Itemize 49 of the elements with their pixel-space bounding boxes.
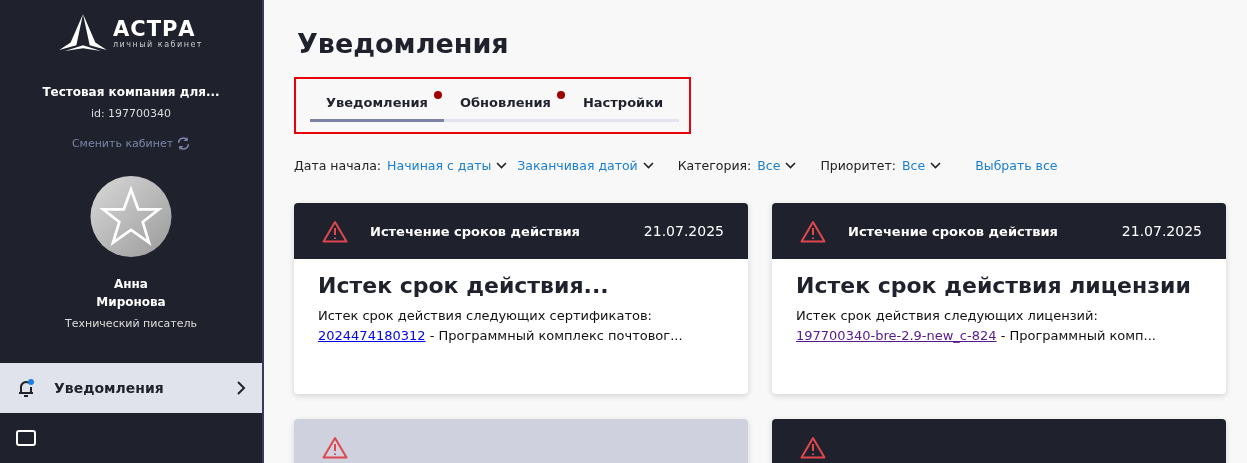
card-title: Истек срок действия лицензии xyxy=(796,273,1192,298)
warning-icon xyxy=(322,435,348,459)
monitor-icon xyxy=(16,430,36,446)
chevron-right-icon xyxy=(236,381,246,395)
notification-card[interactable]: Истечение сроков действия 21.07.2025 Истек срок действия лицензии Истек срок действия следующих лицензий: 197700340-bre-2.9-new_c-824 - Программный комп... xyxy=(772,203,1226,394)
chevron-down-icon xyxy=(785,162,797,169)
notification-card[interactable] xyxy=(294,419,748,463)
notification-card[interactable] xyxy=(772,419,1226,463)
card-text: Истек срок действия следующих лицензий: xyxy=(796,308,1099,323)
filter-dropdown[interactable]: Все xyxy=(902,158,942,173)
warning-icon xyxy=(322,219,348,243)
logo-subtitle: личный кабинет xyxy=(113,39,203,49)
filter-dropdown[interactable]: Все xyxy=(757,158,797,173)
bell-icon xyxy=(16,378,36,398)
card-date: 21.07.2025 xyxy=(1121,223,1202,239)
card-text: Истек срок действия следующих сертификатов: xyxy=(318,308,653,323)
filter-label: Дата начала: xyxy=(294,158,382,173)
company-name: Тестовая компания для... xyxy=(42,85,220,99)
card-title: Истек срок действия... xyxy=(318,273,610,298)
filter-label: Приоритет: xyxy=(820,158,897,173)
select-all-link[interactable]: Выбрать все xyxy=(975,158,1058,173)
logo-icon xyxy=(59,14,107,52)
chevron-down-icon xyxy=(496,162,508,169)
item-link[interactable]: 197700340-bre-2.9-new_c-824 xyxy=(796,328,997,343)
logo-name: АСТРА xyxy=(113,17,196,40)
chevron-down-icon xyxy=(930,162,942,169)
tab[interactable]: Настройки xyxy=(566,95,680,122)
warning-icon xyxy=(800,219,826,243)
chevron-down-icon xyxy=(642,162,654,169)
tab[interactable]: Уведомления xyxy=(310,95,444,122)
user-role: Технический писатель xyxy=(65,317,197,330)
filter-label: Категория: xyxy=(677,158,752,173)
company-id: id: 197700340 xyxy=(90,107,172,120)
item-link[interactable]: 2024474180312 xyxy=(318,328,426,343)
nav-item[interactable]: Уведомления xyxy=(0,363,262,413)
notification-card[interactable]: Истечение сроков действия 21.07.2025 Истек срок действия... Истек срок действия следующих сертификатов: 2024474180312 - Программный комплекс почтовог... xyxy=(294,203,748,394)
refresh-icon xyxy=(177,137,191,150)
filter-dropdown[interactable]: Заканчивая датой xyxy=(517,158,654,173)
card-category: Истечение сроков действия xyxy=(370,223,581,239)
filter-dropdown[interactable]: Начиная с даты xyxy=(387,158,508,173)
page-title: Уведомления xyxy=(297,28,510,59)
tab[interactable]: Обновления xyxy=(443,95,567,122)
card-category: Истечение сроков действия xyxy=(848,223,1059,239)
card-date: 21.07.2025 xyxy=(643,223,724,239)
warning-icon xyxy=(800,435,826,459)
user-name: Анна Миронова xyxy=(96,276,166,311)
item-description: - Программный комплекс почтовог... xyxy=(428,328,683,343)
switch-account-link[interactable]: Сменить кабинет xyxy=(71,137,191,150)
item-description: - Программный комп... xyxy=(999,328,1156,343)
